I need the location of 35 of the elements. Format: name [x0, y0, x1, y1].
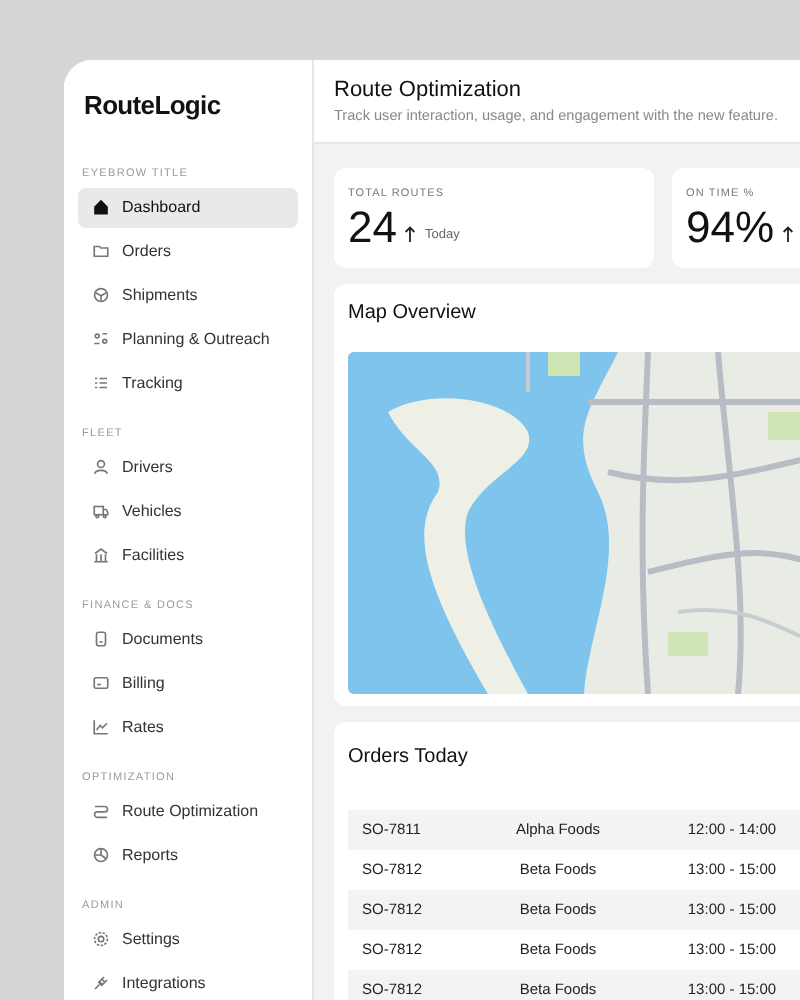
plug-icon: [92, 974, 110, 992]
up-arrow-icon: [782, 226, 795, 242]
nav-item[interactable]: Rates: [78, 707, 298, 747]
card-title: Orders Today: [348, 744, 470, 772]
page-title: Route Optimization: [334, 76, 524, 104]
route-icon: [92, 802, 110, 820]
nav-item[interactable]: Documents: [78, 619, 298, 659]
nav-item[interactable]: Route Optimization: [78, 791, 298, 831]
building-icon: [92, 546, 110, 564]
nav-item[interactable]: Orders: [78, 231, 298, 271]
nav-item[interactable]: Shipments: [78, 275, 298, 315]
gear-icon: [92, 930, 110, 948]
nav-item[interactable]: Dashboard: [78, 187, 298, 227]
pie-icon: [92, 846, 110, 864]
nav-item[interactable]: Settings: [78, 919, 298, 959]
nav-item[interactable]: Reports: [78, 835, 298, 875]
card-title: Map Overview: [348, 300, 478, 328]
app-logo: RouteLogic: [82, 88, 223, 124]
nav-item[interactable]: Tracking: [78, 363, 298, 403]
list-icon: [92, 374, 110, 392]
up-arrow-icon: [404, 226, 417, 242]
nav-item[interactable]: Integrations: [78, 963, 298, 1000]
user-icon: [92, 458, 110, 476]
nav-item[interactable]: Facilities: [78, 535, 298, 575]
nav-item[interactable]: Billing: [78, 663, 298, 703]
card-icon: [92, 674, 110, 692]
truck-icon: [92, 502, 110, 520]
stat-value: 24: [348, 204, 397, 252]
nav-item[interactable]: Vehicles: [78, 491, 298, 531]
folder-icon: [92, 242, 110, 260]
home-icon: [92, 198, 110, 216]
nav-item[interactable]: Drivers: [78, 447, 298, 487]
stat-value: 94%: [686, 204, 775, 252]
nav-item[interactable]: Planning & Outreach: [78, 319, 298, 359]
chart-icon: [92, 718, 110, 736]
